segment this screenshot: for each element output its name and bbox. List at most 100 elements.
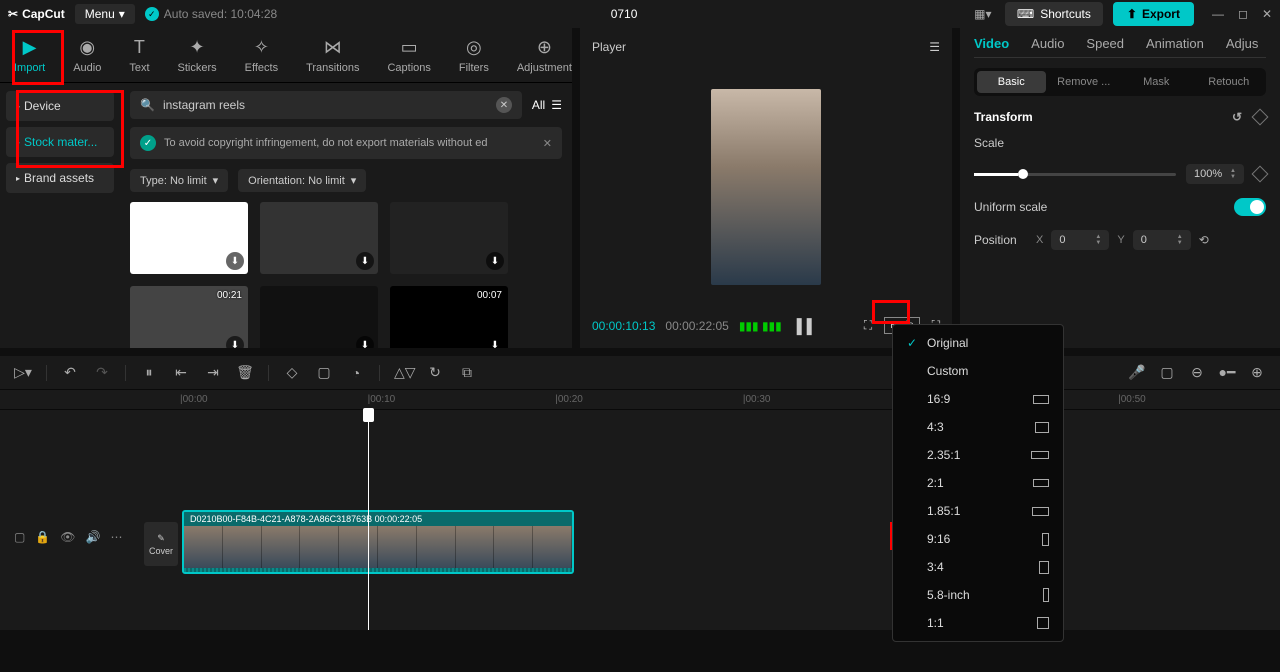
stock-thumb[interactable]: ⬇	[130, 202, 248, 274]
timeline-tracks[interactable]: ▢ 🔒 👁 🔊 ⋯ ✎ Cover D0210B00-F84B-4C21-A87…	[0, 410, 1280, 630]
player-menu-icon[interactable]: ☰	[929, 40, 940, 54]
subtab-mask[interactable]: Mask	[1122, 71, 1191, 93]
scale-input[interactable]: 100% ▲▼	[1186, 164, 1244, 184]
close-button[interactable]: ✕	[1262, 7, 1272, 21]
stock-thumb[interactable]: ⬇	[260, 202, 378, 274]
split-tool[interactable]: ⏸	[140, 364, 158, 381]
inspector-tab-speed[interactable]: Speed	[1086, 36, 1124, 51]
sidenav-device[interactable]: ▸Device	[6, 91, 114, 121]
marker-tool[interactable]: ◇	[283, 364, 301, 381]
inspector-tab-audio[interactable]: Audio	[1031, 36, 1064, 51]
ratio-option-3-4[interactable]: 3:4	[893, 553, 1063, 581]
zoom-out-icon[interactable]: ⊖	[1188, 364, 1206, 381]
tab-audio[interactable]: ◉Audio	[73, 36, 101, 82]
sidenav-brand-assets[interactable]: ▸Brand assets	[6, 163, 114, 193]
tab-import[interactable]: ▶Import	[14, 36, 45, 82]
type-filter[interactable]: Type: No limit ▾	[130, 169, 228, 192]
download-icon[interactable]: ⬇	[356, 336, 374, 348]
cc-icon[interactable]: ▢	[1158, 364, 1176, 381]
zoom-fit-icon[interactable]: ⊕	[1248, 364, 1266, 381]
ratio-option-1-1[interactable]: 1:1	[893, 609, 1063, 637]
inspector-tab-video[interactable]: Video	[974, 36, 1009, 51]
delete-tool[interactable]: 🗑	[236, 364, 254, 381]
maximize-button[interactable]: ◻	[1238, 7, 1248, 21]
pause-button[interactable]: ▐▐	[792, 318, 812, 334]
tab-effects[interactable]: ✧Effects	[245, 36, 278, 82]
stock-thumb[interactable]: 00:21⬇	[130, 286, 248, 348]
download-icon[interactable]: ⬇	[226, 252, 244, 270]
stock-thumb[interactable]: ⬇	[260, 286, 378, 348]
scale-fit-icon[interactable]: ⛶	[864, 318, 872, 333]
lock-icon[interactable]: ▢	[14, 530, 25, 544]
video-clip[interactable]: D0210B00-F84B-4C21-A878-2A86C318763B 00:…	[182, 510, 574, 574]
rotate-tool[interactable]: ↻	[426, 364, 444, 381]
timeline-ruler[interactable]: |00:00|00:10|00:20|00:30|00:40|00:50|01:…	[0, 390, 1280, 410]
ratio-option-9-16[interactable]: 9:16	[893, 525, 1063, 553]
subtab-retouch[interactable]: Retouch	[1195, 71, 1264, 93]
tab-label: Transitions	[306, 62, 359, 74]
ratio-option-16-9[interactable]: 16:9	[893, 385, 1063, 413]
more-icon[interactable]: ⋯	[110, 530, 122, 544]
inspector-tab-adjus[interactable]: Adjus	[1226, 36, 1259, 51]
tab-text[interactable]: TText	[129, 36, 149, 82]
stock-thumb[interactable]: 00:07⬇	[390, 286, 508, 348]
tab-adjustment[interactable]: ⊕Adjustment	[517, 36, 572, 82]
mic-icon[interactable]: 🎤	[1128, 364, 1146, 381]
subtab-basic[interactable]: Basic	[977, 71, 1046, 93]
menu-button[interactable]: Menu ▾	[75, 4, 135, 24]
ratio-option-2-1[interactable]: 2:1	[893, 469, 1063, 497]
scale-slider[interactable]	[974, 173, 1176, 176]
zoom-slider[interactable]: ●━	[1218, 364, 1236, 381]
reset-icon[interactable]: ↺	[1232, 110, 1242, 124]
filter-all-button[interactable]: All ☰	[532, 98, 562, 112]
orientation-filter[interactable]: Orientation: No limit ▾	[238, 169, 366, 192]
stock-thumb[interactable]: ⬇	[390, 202, 508, 274]
sidenav-stock-mater-[interactable]: ▸Stock mater...	[6, 127, 114, 157]
lock-track-icon[interactable]: 🔒	[35, 530, 50, 544]
link-icon[interactable]: ⟲	[1199, 233, 1209, 247]
trim-right-tool[interactable]: ⇥	[204, 364, 222, 381]
download-icon[interactable]: ⬇	[486, 252, 504, 270]
close-notice-button[interactable]: ✕	[543, 137, 552, 150]
download-icon[interactable]: ⬇	[226, 336, 244, 348]
speed-tool[interactable]: ◔	[347, 365, 365, 381]
position-x-input[interactable]: 0 ▲▼	[1051, 230, 1109, 250]
redo-button[interactable]: ↷	[93, 364, 111, 381]
mute-icon[interactable]: 🔊	[86, 530, 101, 544]
uniform-scale-toggle[interactable]	[1234, 198, 1266, 216]
cover-button[interactable]: ✎ Cover	[144, 522, 178, 566]
minimize-button[interactable]: —	[1212, 7, 1224, 21]
tab-filters[interactable]: ◎Filters	[459, 36, 489, 82]
trim-left-tool[interactable]: ⇤	[172, 364, 190, 381]
tab-captions[interactable]: ▭Captions	[387, 36, 430, 82]
keyframe-diamond[interactable]	[1252, 109, 1269, 126]
mirror-tool[interactable]: △▽	[394, 364, 412, 381]
search-input[interactable]	[163, 98, 488, 112]
eye-icon[interactable]: 👁	[60, 530, 75, 544]
clear-search-button[interactable]: ✕	[496, 97, 512, 113]
export-button[interactable]: ⬆ Export	[1113, 2, 1194, 26]
copy-tool[interactable]: ▢	[315, 364, 333, 381]
undo-button[interactable]: ↶	[61, 364, 79, 381]
inspector-tab-animation[interactable]: Animation	[1146, 36, 1204, 51]
player-viewport[interactable]	[592, 62, 940, 311]
ratio-option-5-8-inch[interactable]: 5.8-inch	[893, 581, 1063, 609]
position-y-input[interactable]: 0 ▲▼	[1133, 230, 1191, 250]
shortcuts-button[interactable]: ⌨ Shortcuts	[1005, 2, 1103, 26]
tab-transitions[interactable]: ⋈Transitions	[306, 36, 359, 82]
ratio-option-Custom[interactable]: Custom	[893, 357, 1063, 385]
ratio-option-Original[interactable]: ✓Original	[893, 329, 1063, 357]
tab-stickers[interactable]: ✦Stickers	[178, 36, 217, 82]
scale-keyframe[interactable]	[1252, 166, 1269, 183]
pointer-tool[interactable]: ▷▾	[14, 364, 32, 381]
crop-tool[interactable]: ⧉	[458, 364, 476, 381]
subtab-remove[interactable]: Remove ...	[1050, 71, 1119, 93]
download-icon[interactable]: ⬇	[486, 336, 504, 348]
ratio-option-1-85-1[interactable]: 1.85:1	[893, 497, 1063, 525]
playhead[interactable]	[368, 410, 369, 630]
ratio-option-2-35-1[interactable]: 2.35:1	[893, 441, 1063, 469]
layout-icon[interactable]: ▦▾	[971, 2, 995, 26]
download-icon[interactable]: ⬇	[356, 252, 374, 270]
search-box[interactable]: 🔍 ✕	[130, 91, 522, 119]
ratio-option-4-3[interactable]: 4:3	[893, 413, 1063, 441]
